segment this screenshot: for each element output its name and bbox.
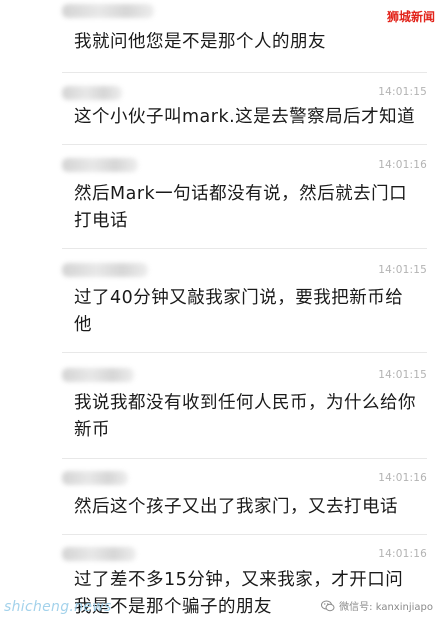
sender-name-blurred (62, 471, 128, 485)
sender-name-blurred (62, 547, 136, 561)
message-divider (62, 458, 427, 459)
message-text: 然后这个孩子又出了我家门，又去打电话 (74, 497, 398, 517)
sender-name-blurred (62, 368, 134, 382)
sender-name-blurred (62, 86, 122, 100)
watermark-right-text: 微信号: kanxinjiapo (339, 602, 433, 613)
message-timestamp: 14:01:15 (378, 264, 427, 276)
sender-name-blurred (62, 4, 154, 18)
message-text: 这个小伙子叫mark.这是去警察局后才知道 (74, 107, 416, 127)
message-timestamp: 14:01:15 (378, 86, 427, 98)
wechat-icon (321, 600, 335, 611)
message-timestamp: 14:01:16 (378, 159, 427, 171)
message-text: 过了40分钟又敲我家门说，要我把新币给他 (74, 288, 404, 335)
message-divider (62, 534, 427, 535)
message-divider (62, 248, 427, 249)
message-timestamp: 14:01:16 (378, 548, 427, 560)
message-text: 我就问他您是不是那个人的朋友 (74, 32, 326, 52)
watermark-left: shicheng.news (4, 599, 112, 615)
watermark-right: 微信号: kanxinjiapo (321, 598, 433, 613)
message-divider (62, 72, 427, 73)
message-divider (62, 352, 427, 353)
brand-logo: 狮城新闻 (386, 10, 435, 24)
sender-name-blurred (62, 263, 148, 277)
message-timestamp: 14:01:16 (378, 472, 427, 484)
message-text: 我说我都没有收到任何人民币，为什么给你新币 (74, 393, 416, 440)
message-text: 然后Mark一句话都没有说，然后就去门口打电话 (74, 184, 408, 231)
sender-name-blurred (62, 158, 138, 172)
message-divider (62, 144, 427, 145)
message-timestamp: 14:01:15 (378, 369, 427, 381)
